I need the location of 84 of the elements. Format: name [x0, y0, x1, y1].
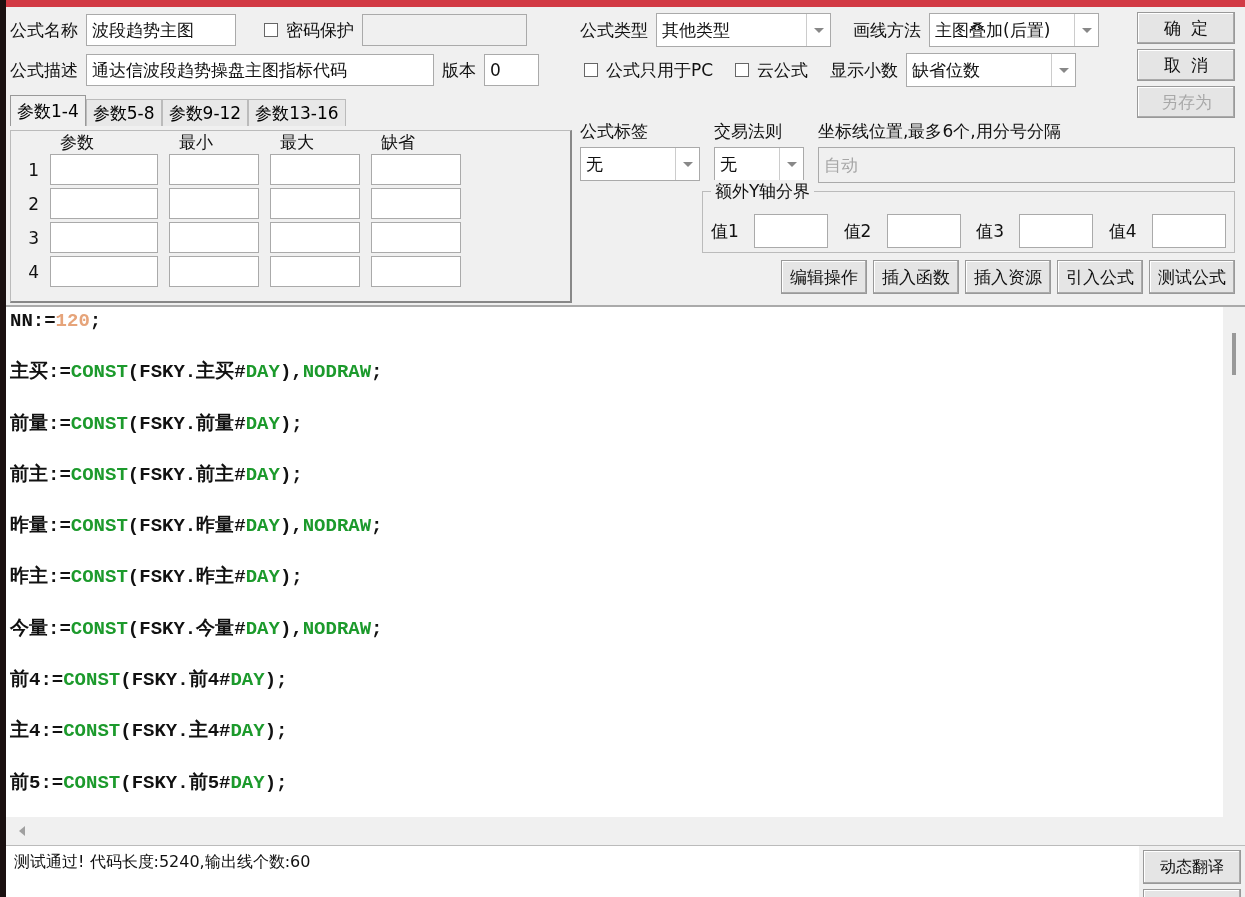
- value-field[interactable]: [754, 214, 829, 248]
- field-label: 显示小数: [830, 58, 899, 82]
- version-field[interactable]: 0: [484, 54, 539, 86]
- checkbox-label: 密码保护: [286, 18, 354, 42]
- code-line: 今量:=CONST(FSKY.今量#DAY),NODRAW;: [10, 616, 384, 642]
- dialog-button[interactable]: 确 定: [1137, 12, 1235, 44]
- name-field[interactable]: 波段趋势主图: [86, 14, 236, 46]
- param-field[interactable]: [270, 154, 360, 185]
- column-header: 缺省: [380, 133, 416, 151]
- value-field[interactable]: [886, 214, 961, 248]
- row-number: 3: [27, 227, 39, 248]
- field-label: 公式类型: [580, 18, 648, 42]
- param-field[interactable]: [169, 256, 259, 287]
- checkbox-label: 公式只用于PC: [606, 58, 714, 82]
- code-line: 前量:=CONST(FSKY.前量#DAY);: [10, 411, 304, 437]
- param-field[interactable]: [169, 222, 259, 253]
- action-button[interactable]: 插入函数: [873, 260, 959, 294]
- field-label: 值2: [843, 219, 872, 243]
- param-tab[interactable]: 参数13-16: [248, 99, 346, 126]
- trade-rule-dropdown[interactable]: 无: [714, 147, 804, 181]
- param-field[interactable]: [270, 256, 360, 287]
- column-header: 参数: [59, 133, 95, 151]
- field-label: 公式名称: [10, 18, 78, 42]
- code-line: NN:=120;: [10, 309, 103, 334]
- code-line: 前4:=CONST(FSKY.前4#DAY);: [10, 668, 289, 694]
- action-button[interactable]: 引入公式: [1057, 260, 1143, 294]
- dialog-button[interactable]: 取 消: [1137, 49, 1235, 81]
- scroll-left-icon[interactable]: [18, 826, 26, 836]
- field-label: 值1: [711, 219, 739, 243]
- param-field[interactable]: [50, 256, 158, 287]
- code-line: 前主:=CONST(FSKY.前主#DAY);: [10, 462, 304, 488]
- param-field[interactable]: [169, 154, 259, 185]
- param-field[interactable]: [50, 154, 158, 185]
- param-field[interactable]: [371, 188, 461, 219]
- draw-method-dropdown[interactable]: 主图叠加(后置): [929, 13, 1099, 47]
- code-line: 前5:=CONST(FSKY.前5#DAY);: [10, 770, 289, 796]
- row-number: 4: [27, 261, 39, 282]
- code-line: 主买:=CONST(FSKY.主买#DAY),NODRAW;: [10, 360, 384, 386]
- action-button[interactable]: 测试公式: [1149, 260, 1235, 294]
- code-line: 主4:=CONST(FSKY.主4#DAY);: [10, 719, 289, 745]
- param-field[interactable]: [371, 154, 461, 185]
- checkbox[interactable]: [735, 63, 750, 77]
- checkbox[interactable]: [584, 63, 598, 77]
- param-field[interactable]: [50, 188, 158, 219]
- decimals-dropdown[interactable]: 缺省位数: [906, 53, 1077, 87]
- tag-dropdown[interactable]: 无: [580, 147, 700, 181]
- code-line: 昨量:=CONST(FSKY.昨量#DAY),NODRAW;: [10, 514, 384, 540]
- code-editor[interactable]: [6, 305, 1245, 817]
- vertical-scrollbar[interactable]: [1223, 307, 1245, 817]
- axis-lines-field[interactable]: 自动: [818, 147, 1235, 183]
- param-field[interactable]: [371, 256, 461, 287]
- translate-button[interactable]: 动态翻译: [1143, 850, 1241, 884]
- field-label: 画线方法: [853, 18, 921, 42]
- param-field[interactable]: [371, 222, 461, 253]
- param-tab[interactable]: 参数1-4: [10, 95, 86, 126]
- field-label: 公式标签: [580, 120, 649, 143]
- checkbox[interactable]: [264, 23, 278, 37]
- field-label: 公式描述: [10, 58, 78, 82]
- group-title: 额外Y轴分界: [711, 180, 815, 203]
- action-button[interactable]: 插入资源: [965, 260, 1051, 294]
- code-line: 昨主:=CONST(FSKY.昨主#DAY);: [10, 565, 304, 591]
- field-label: 交易法则: [714, 120, 783, 143]
- description-field[interactable]: 通达信波段趋势操盘主图指标代码: [86, 54, 434, 86]
- value-field[interactable]: [1151, 214, 1226, 248]
- param-tab[interactable]: 参数9-12: [161, 99, 249, 126]
- row-number: 1: [27, 159, 39, 180]
- field-label: 值4: [1108, 219, 1137, 243]
- row-number: 2: [27, 193, 39, 214]
- value-field[interactable]: [1019, 214, 1094, 248]
- column-header: 最大: [279, 133, 315, 151]
- param-tab[interactable]: 参数5-8: [85, 99, 162, 126]
- field-label: 版本: [442, 58, 476, 82]
- param-field[interactable]: [270, 222, 360, 253]
- param-field[interactable]: [50, 222, 158, 253]
- param-field[interactable]: [169, 188, 259, 219]
- field-label: 坐标线位置,最多6个,用分号分隔: [818, 120, 1062, 143]
- param-field[interactable]: [270, 188, 360, 219]
- type-dropdown[interactable]: 其他类型: [656, 13, 831, 47]
- action-button[interactable]: 编辑操作: [781, 260, 867, 294]
- status-message: 测试通过! 代码长度:5240,输出线个数:60: [13, 851, 312, 873]
- field-label: 值3: [976, 219, 1004, 243]
- password-field[interactable]: [362, 14, 527, 46]
- checkbox-label: 云公式: [757, 58, 809, 82]
- column-header: 最小: [178, 133, 214, 151]
